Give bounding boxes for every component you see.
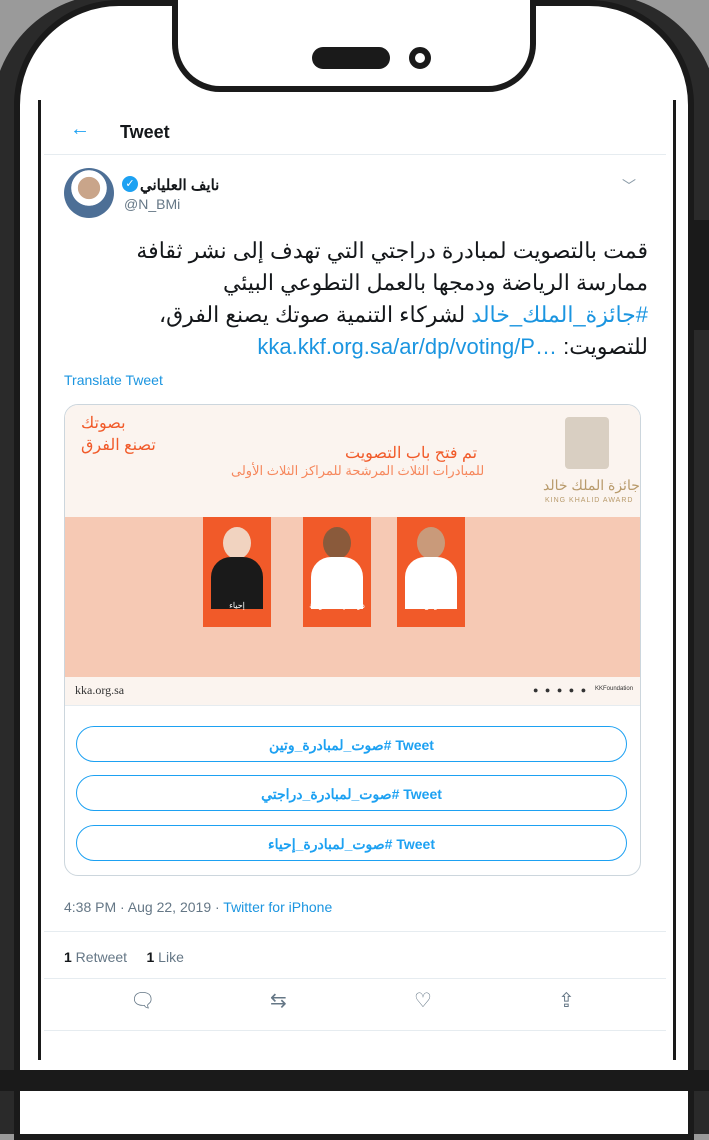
screen-edge xyxy=(38,100,676,1060)
speaker-grille xyxy=(312,47,390,69)
front-camera xyxy=(409,47,431,69)
phone-notch xyxy=(172,0,536,92)
phone-side-button xyxy=(693,220,709,330)
phone-bottom-edge xyxy=(0,1070,709,1091)
